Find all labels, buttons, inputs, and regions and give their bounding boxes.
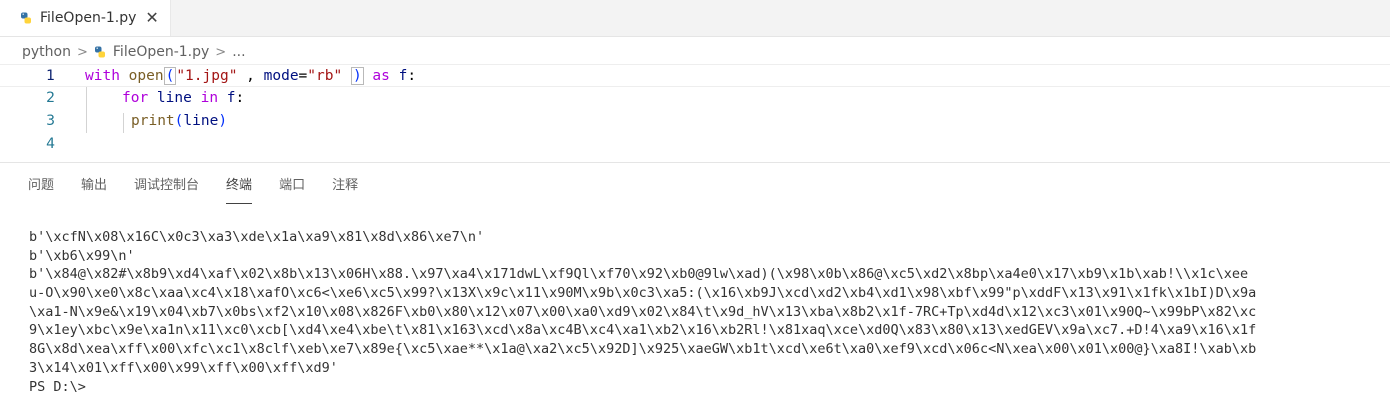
panel-divider [0, 162, 1390, 163]
keyword: with [85, 68, 120, 84]
bracket-highlight: ) [350, 67, 364, 85]
indent-guide [123, 113, 124, 133]
editor-tab-fileopen[interactable]: FileOpen-1.py ✕ [0, 0, 171, 36]
tab-debug-console[interactable]: 调试控制台 [134, 176, 199, 202]
variable: line [148, 90, 201, 106]
code-text: print(line) [131, 110, 227, 133]
line-number: 2 [46, 90, 55, 106]
breadcrumb-folder[interactable]: python [22, 44, 71, 60]
code-line: 4 [0, 133, 1390, 156]
keyword: for [122, 90, 149, 106]
tab-comments[interactable]: 注释 [332, 176, 358, 202]
code-text: with open("1.jpg" , mode="rb" ) as f: [85, 65, 416, 88]
terminal-line: \xa1-N\x9e&\x19\x04\xb7\x0bs\xf2\x10\x08… [29, 303, 1257, 320]
chevron-right-icon: > [215, 44, 227, 60]
tab-output[interactable]: 输出 [81, 176, 107, 202]
terminal-prompt: PS D:\> [29, 378, 86, 395]
close-icon[interactable]: ✕ [145, 10, 158, 26]
function-name: open [128, 68, 164, 84]
terminal-line: b'\xcfN\x08\x16C\x0c3\xa3\xde\x1a\xa9\x8… [29, 229, 485, 245]
code-line: 3 print(line) [0, 110, 1390, 133]
editor-tab-bar: FileOpen-1.py ✕ [0, 0, 1390, 37]
colon: : [235, 90, 245, 106]
code-line: 1 with open("1.jpg" , mode="rb" ) as f: [0, 64, 1390, 87]
code-editor[interactable]: 1 with open("1.jpg" , mode="rb" ) as f: … [0, 64, 1390, 160]
keyword: as [363, 68, 399, 84]
breadcrumb-more[interactable]: ... [232, 44, 245, 60]
panel-tab-bar: 问题 输出 调试控制台 终端 端口 注释 [28, 176, 385, 204]
line-number: 3 [46, 113, 55, 129]
string-literal: "rb" [307, 68, 343, 84]
terminal-line: b'\x84@\x82#\x8b9\xd4\xaf\x02\x8b\x13\x0… [29, 266, 1249, 283]
chevron-right-icon: > [76, 44, 88, 60]
keyword: in [200, 90, 219, 106]
breadcrumb-file[interactable]: FileOpen-1.py [113, 44, 209, 60]
string-literal: "1.jpg" [176, 68, 238, 84]
operator: = [298, 68, 308, 84]
paren: ) [218, 113, 228, 129]
line-number: 1 [46, 68, 55, 84]
terminal-line: 8G\x8d\xea\xff\x00\xfc\xc1\x8clf\xeb\xe7… [29, 341, 1257, 358]
terminal-line: 9\x1ey\xbc\x9e\xa1n\x11\xc0\xcb[\xd4\xe4… [29, 322, 1257, 339]
tab-ports[interactable]: 端口 [279, 176, 305, 202]
tab-terminal[interactable]: 终端 [226, 176, 253, 204]
terminal-line: 3\x14\x01\xff\x00\x99\xff\x00\xff\xd9' [29, 359, 338, 376]
code-line: 2 for line in f: [0, 87, 1390, 110]
python-file-icon [21, 12, 31, 24]
code-text: for line in f: [122, 87, 244, 110]
colon: : [407, 68, 417, 84]
python-file-icon [94, 46, 105, 58]
line-number: 4 [46, 136, 55, 152]
bracket-highlight: ( [163, 67, 177, 85]
breadcrumb: python > FileOpen-1.py > ... [22, 42, 246, 62]
variable: f [218, 90, 236, 106]
terminal-line: b'\xb6\x99\n' [29, 247, 135, 264]
function-name: print [131, 113, 175, 129]
editor-tab-title: FileOpen-1.py [40, 10, 137, 26]
variable: line [183, 113, 219, 129]
tab-problems[interactable]: 问题 [28, 176, 54, 202]
separator: , [237, 68, 264, 84]
terminal-output[interactable]: b'\xcfN\x08\x16C\x0c3\xa3\xde\x1a\xa9\x8… [29, 228, 1389, 396]
param-name: mode [263, 68, 299, 84]
terminal-line: u-O\x90\xe0\x8c\xaa\xc4\x18\xafO\xc6<\xe… [29, 285, 1257, 302]
indent-guide [86, 87, 87, 133]
